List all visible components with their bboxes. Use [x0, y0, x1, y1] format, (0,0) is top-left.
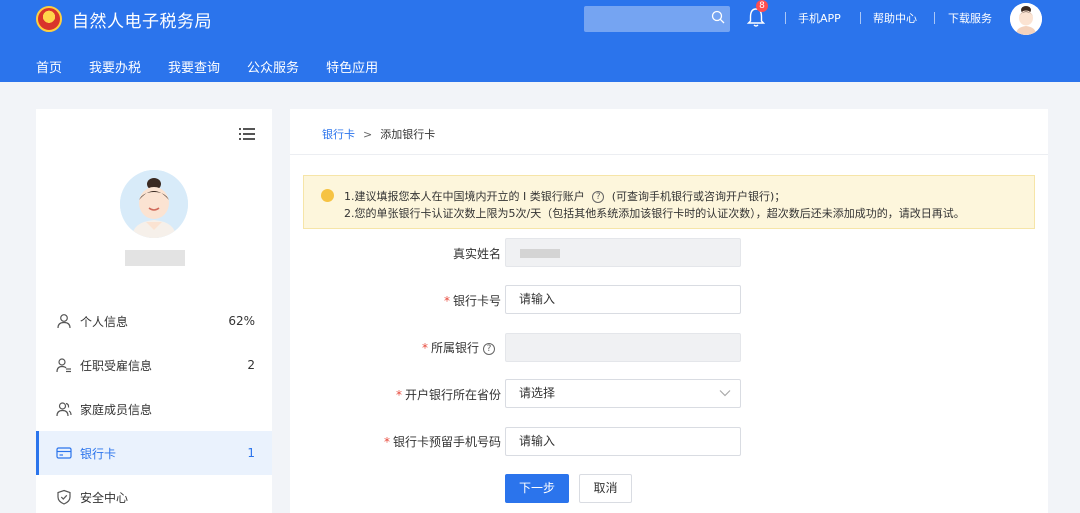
required-mark: * — [421, 341, 428, 355]
sidebar-item-count: 2 — [247, 358, 255, 372]
smile-icon — [321, 189, 334, 202]
help-center-link[interactable]: 帮助中心 — [873, 10, 917, 26]
main-panel: 银行卡 > 添加银行卡 1.建议填报您本人在中国境内开立的 I 类银行账户 ? … — [290, 109, 1048, 513]
download-service-link[interactable]: 下载服务 — [948, 10, 992, 26]
required-mark: * — [443, 294, 450, 308]
notice-banner: 1.建议填报您本人在中国境内开立的 I 类银行账户 ? (可查询手机银行或咨询开… — [303, 175, 1035, 229]
label-text: 银行卡预留手机号码 — [392, 435, 501, 449]
shield-icon — [57, 489, 71, 505]
search-icon[interactable] — [711, 10, 725, 24]
header-divider — [290, 154, 1048, 155]
real-name-label: 真实姓名 — [452, 247, 501, 261]
breadcrumb: 银行卡 > 添加银行卡 — [322, 126, 435, 142]
masked-name-value — [520, 249, 560, 258]
bank-label: * 所属银行? — [422, 339, 495, 356]
sidebar-item-count: 1 — [247, 446, 255, 460]
sidebar-item-label: 家庭成员信息 — [80, 402, 153, 417]
notice-line-1: 1.建议填报您本人在中国境内开立的 I 类银行账户 ? (可查询手机银行或咨询开… — [344, 188, 785, 204]
cancel-button[interactable]: 取消 — [579, 474, 632, 503]
next-step-button[interactable]: 下一步 — [505, 474, 569, 503]
phone-label: * 银行卡预留手机号码 — [384, 433, 501, 450]
sidebar: 个人信息 62% 任职受雇信息 2 家庭成员信息 银行卡 1 安全中心 — [36, 109, 272, 513]
notice-text: (可查询手机银行或咨询开户银行)； — [611, 190, 786, 203]
required-mark: * — [395, 388, 402, 402]
help-circle-icon[interactable]: ? — [592, 191, 605, 203]
tax-emblem-icon — [36, 6, 62, 32]
nav-special-apps[interactable]: 特色应用 — [326, 57, 378, 76]
top-header: 自然人电子税务局 8 手机APP 帮助中心 下载服务 首页 我要办税 我要查询 … — [0, 0, 1080, 82]
notification-badge: 8 — [756, 0, 768, 12]
brand[interactable]: 自然人电子税务局 — [36, 6, 212, 32]
person-list-icon — [56, 358, 71, 373]
breadcrumb-bank-card-link[interactable]: 银行卡 — [322, 126, 355, 142]
nav-home[interactable]: 首页 — [36, 57, 62, 76]
notice-text: 1.建议填报您本人在中国境内开立的 I 类银行账户 — [344, 190, 585, 203]
search-input[interactable] — [584, 6, 730, 32]
sidebar-item-employment-info[interactable]: 任职受雇信息 2 — [36, 343, 272, 387]
mobile-app-link[interactable]: 手机APP — [798, 10, 841, 26]
label-text: 银行卡号 — [452, 294, 501, 308]
required-mark: * — [383, 435, 390, 449]
province-label: * 开户银行所在省份 — [396, 386, 501, 403]
province-select[interactable]: 请选择 — [505, 379, 741, 408]
card-number-input[interactable]: 请输入 — [505, 285, 741, 314]
divider — [860, 12, 861, 24]
real-name-field — [505, 238, 741, 267]
label-text: 开户银行所在省份 — [404, 388, 501, 402]
nav-public-service[interactable]: 公众服务 — [247, 57, 299, 76]
divider — [785, 12, 786, 24]
person-icon — [57, 314, 71, 329]
notice-line-2: 2.您的单张银行卡认证次数上限为5次/天（包括其他系统添加该银行卡时的认证次数）… — [344, 207, 965, 220]
card-icon — [56, 447, 72, 459]
help-circle-icon[interactable]: ? — [483, 342, 495, 355]
bank-field — [505, 333, 741, 362]
sidebar-item-label: 安全中心 — [80, 490, 129, 505]
sidebar-item-label: 任职受雇信息 — [80, 358, 153, 373]
chevron-down-icon — [719, 390, 731, 397]
sidebar-item-bank-card[interactable]: 银行卡 1 — [36, 431, 272, 475]
divider — [934, 12, 935, 24]
label-text: 所属银行 — [430, 341, 479, 355]
sidebar-item-count: 62% — [228, 314, 255, 328]
main-nav: 首页 我要办税 我要查询 公众服务 特色应用 — [36, 57, 405, 76]
card-number-label: * 银行卡号 — [444, 292, 501, 309]
nav-query[interactable]: 我要查询 — [168, 57, 220, 76]
breadcrumb-separator: > — [363, 127, 373, 141]
user-avatar[interactable] — [1010, 3, 1042, 35]
breadcrumb-current: 添加银行卡 — [380, 128, 436, 141]
sidebar-item-label: 银行卡 — [80, 446, 117, 461]
nav-tax-handling[interactable]: 我要办税 — [89, 57, 141, 76]
avatar-illustration-icon — [120, 170, 188, 238]
profile-name-masked — [125, 250, 185, 266]
sidebar-item-label: 个人信息 — [80, 314, 129, 329]
family-icon — [56, 402, 72, 417]
sidebar-item-personal-info[interactable]: 个人信息 62% — [36, 299, 272, 343]
province-select-placeholder: 请选择 — [519, 386, 556, 400]
site-title: 自然人电子税务局 — [72, 11, 212, 32]
avatar-icon — [1010, 3, 1042, 35]
menu-toggle-icon[interactable] — [239, 127, 255, 141]
sidebar-item-security-center[interactable]: 安全中心 — [36, 475, 272, 513]
sidebar-item-family-info[interactable]: 家庭成员信息 — [36, 387, 272, 431]
profile-avatar — [120, 170, 188, 238]
phone-input[interactable]: 请输入 — [505, 427, 741, 456]
